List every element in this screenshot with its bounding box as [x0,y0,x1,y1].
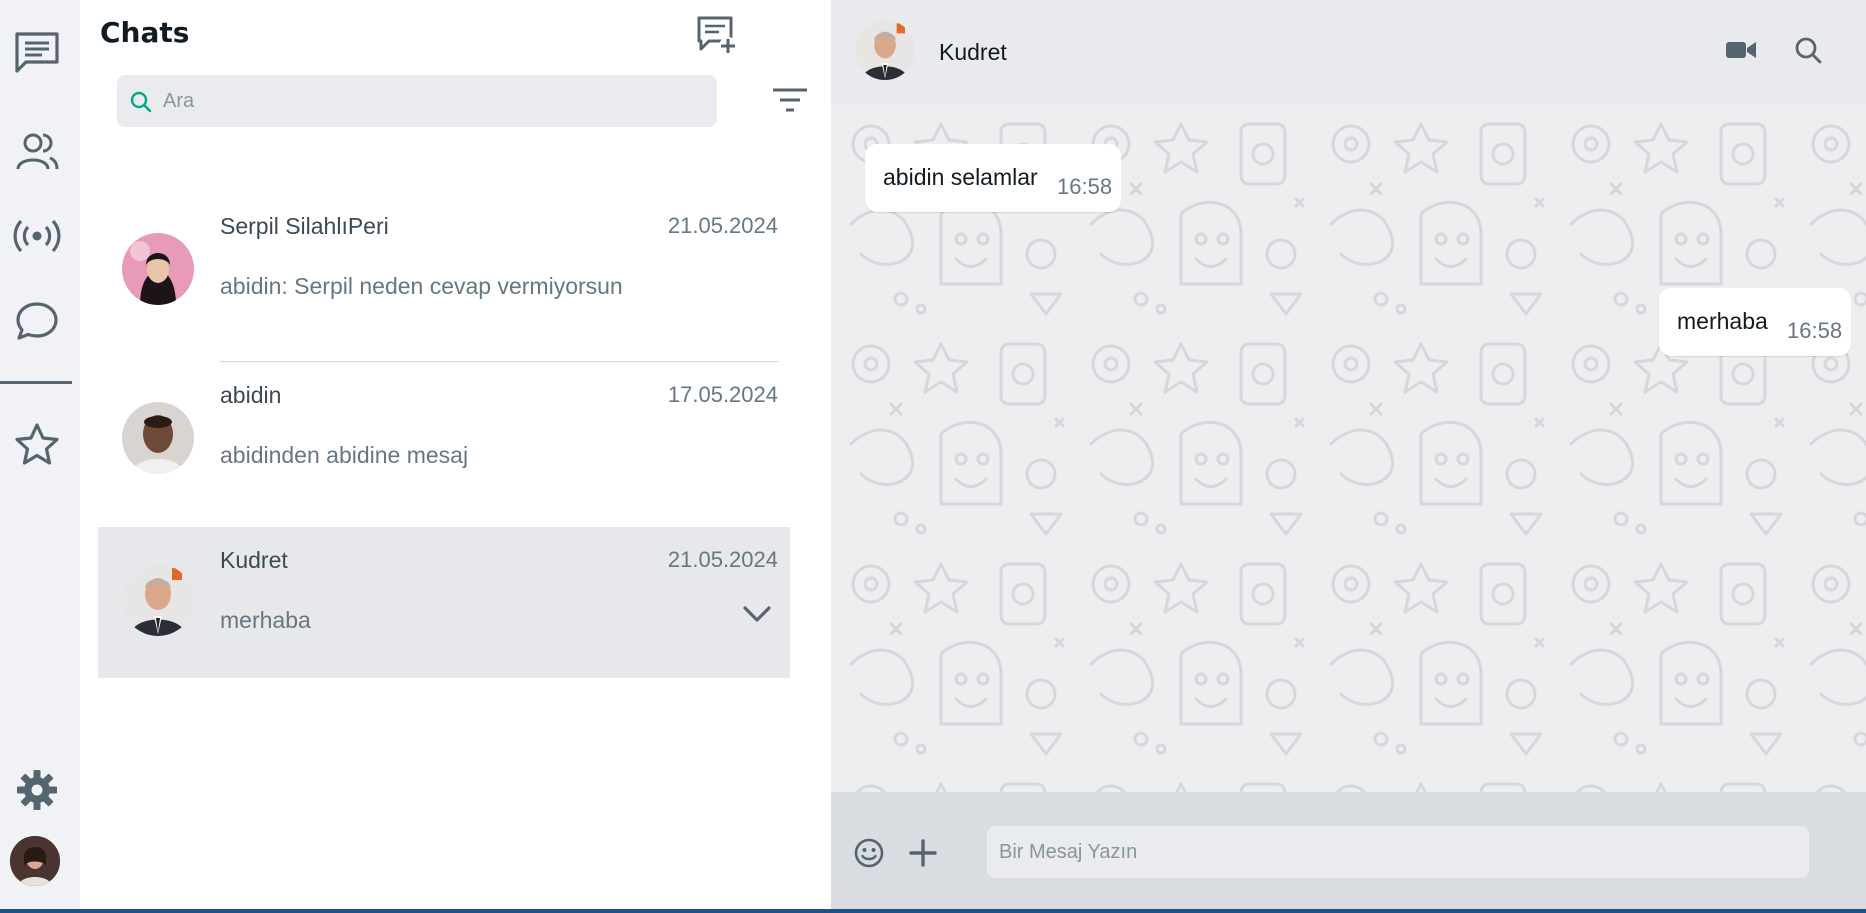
contact-photo [855,20,915,80]
chat-name: Kudret [220,547,288,573]
search-messages-button[interactable] [1790,32,1826,68]
search-icon [130,91,152,113]
broadcast-nav-button[interactable] [8,207,66,265]
filter-button[interactable] [770,84,810,118]
taskbar-edge [0,909,1866,913]
plus-icon [909,839,937,867]
chat-date: 21.05.2024 [667,213,778,238]
search-icon [1795,37,1822,64]
attach-button[interactable] [907,837,939,869]
rail-divider [0,381,72,384]
settings-nav-button[interactable] [8,761,66,819]
message-text: abidin selamlar [883,164,1038,190]
profile-avatar[interactable] [10,836,60,886]
chat-date: 21.05.2024 [667,547,778,572]
chat-preview: abidin: Serpil neden cevap vermiyorsun [220,273,623,299]
chat-preview: merhaba [220,607,311,633]
video-camera-icon [1726,42,1756,58]
message-composer [831,792,1866,913]
chat-preview: abidinden abidine mesaj [220,442,469,468]
communities-icon [16,133,59,170]
contact-name: Kudret [939,39,1007,65]
filter-icon [773,88,807,112]
chats-nav-button[interactable] [8,24,66,82]
avatar[interactable] [855,20,915,80]
message-bubble-incoming[interactable]: abidin selamlar 16:58 [865,144,1121,212]
chat-list-panel: Chats Serpil SilahlıPeri 21.05.2024 abid… [80,0,904,913]
conversation-pane: Kudret abidin selamlar 16:58 merhaba 16:… [831,0,1866,913]
communities-nav-button[interactable] [8,123,66,181]
contact-photo [122,402,194,474]
chat-options-button[interactable] [742,605,772,628]
contact-photo [122,564,194,636]
search-input[interactable] [163,75,703,127]
new-chat-button[interactable] [694,12,740,58]
search-box [117,75,717,127]
message-text: merhaba [1677,308,1768,334]
new-chat-icon [697,16,737,55]
status-icon [16,302,58,340]
contact-photo [122,233,194,305]
panel-title: Chats [100,16,190,49]
broadcast-icon [13,219,61,253]
chat-name: Serpil SilahlıPeri [220,213,389,239]
status-nav-button[interactable] [8,292,66,350]
star-icon [15,423,59,465]
avatar [122,564,194,636]
chats-icon [15,32,59,73]
message-time: 16:58 [1787,318,1843,343]
message-time: 16:58 [1057,174,1113,199]
chat-date: 17.05.2024 [667,382,778,407]
chat-list: Serpil SilahlıPeri 21.05.2024 abidin: Se… [98,193,790,682]
message-bubble-outgoing[interactable]: merhaba 16:58 [1659,288,1851,356]
gear-icon [17,770,57,810]
profile-photo [10,836,60,886]
nav-rail [0,0,80,913]
avatar [122,233,194,305]
chat-item-serpil[interactable]: Serpil SilahlıPeri 21.05.2024 abidin: Se… [98,193,790,362]
chat-item-kudret[interactable]: Kudret 21.05.2024 merhaba [98,527,790,678]
smiley-icon [854,838,884,868]
conversation-header[interactable]: Kudret [831,0,1866,104]
chat-item-abidin[interactable]: abidin 17.05.2024 abidinden abidine mesa… [98,362,790,531]
video-call-button[interactable] [1721,34,1761,66]
message-input[interactable] [999,826,1799,878]
chat-name: abidin [220,382,282,408]
emoji-button[interactable] [853,837,885,869]
message-input-box [987,826,1809,878]
chevron-down-icon [743,606,771,622]
avatar [122,402,194,474]
starred-nav-button[interactable] [8,416,66,474]
chat-wallpaper: abidin selamlar 16:58 merhaba 16:58 [831,104,1866,792]
